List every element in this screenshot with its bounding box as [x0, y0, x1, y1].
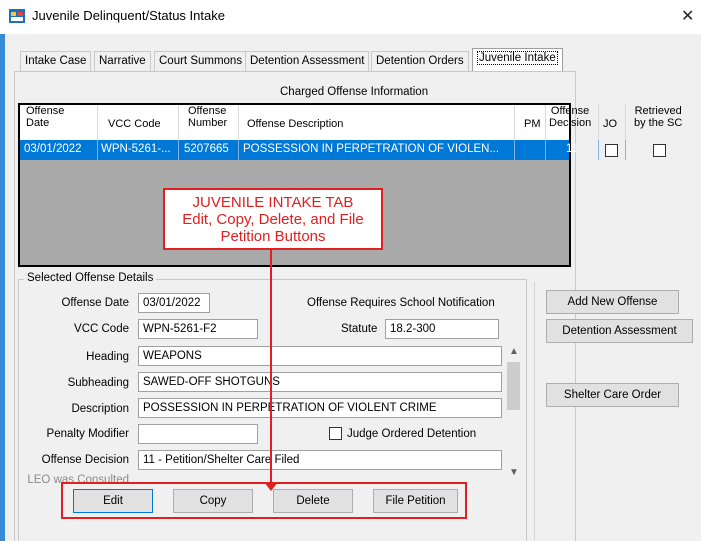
col-offense-decision[interactable]: Offense Decision [549, 105, 591, 129]
col-divider [178, 105, 179, 140]
annotation-callout: JUVENILE INTAKE TAB Edit, Copy, Delete, … [163, 188, 383, 250]
heading-label: Heading [86, 351, 129, 363]
col-vcc-code[interactable]: VCC Code [108, 118, 161, 130]
row-divider [178, 140, 179, 160]
row-divider [625, 140, 626, 160]
col-divider [238, 105, 239, 140]
annotation-line-3: Petition Buttons [220, 228, 326, 245]
row-divider [238, 140, 239, 160]
row-divider [514, 140, 515, 160]
col-divider [625, 105, 626, 140]
window-border [0, 34, 5, 541]
offense-date-label: Offense Date [61, 297, 129, 309]
col-retrieved-line2: by the SC [634, 117, 683, 129]
tab-court-summons[interactable]: Court Summons [154, 51, 248, 71]
scroll-up-icon[interactable]: ▲ [509, 346, 519, 357]
col-divider [598, 105, 599, 140]
judge-ordered-label: Judge Ordered Detention [347, 428, 477, 440]
tab-detention-orders[interactable]: Detention Orders [371, 51, 469, 71]
edit-button[interactable]: Edit [73, 489, 153, 513]
subheading-field[interactable]: SAWED-OFF SHOTGUNS [138, 372, 502, 392]
add-new-offense-button[interactable]: Add New Offense [546, 290, 679, 314]
file-petition-button[interactable]: File Petition [373, 489, 458, 513]
col-offense-decision-line1: Offense [550, 105, 590, 117]
penalty-modifier-field[interactable] [138, 424, 258, 444]
col-divider [545, 105, 546, 140]
col-offense-number-line2: Number [188, 117, 228, 129]
school-notification-label: Offense Requires School Notification [307, 297, 495, 309]
col-offense-decision-line2: Decision [549, 117, 592, 129]
window-title: Juvenile Delinquent/Status Intake [32, 8, 225, 23]
shelter-care-order-button[interactable]: Shelter Care Order [546, 383, 679, 407]
statute-field[interactable]: 18.2-300 [385, 319, 499, 339]
heading-field[interactable]: WEAPONS [138, 346, 502, 366]
panel-divider [534, 282, 535, 541]
col-offense-description[interactable]: Offense Description [247, 118, 343, 130]
col-offense-date-line2: Date [26, 117, 50, 129]
offense-decision-label: Offense Decision [41, 454, 129, 466]
retrieved-checkbox[interactable] [653, 144, 666, 157]
row-divider [97, 140, 98, 160]
annotation-line-1: JUVENILE INTAKE TAB [192, 194, 354, 211]
penalty-modifier-label: Penalty Modifier [46, 428, 129, 440]
col-jo[interactable]: JO [603, 118, 617, 130]
grid-caption: Charged Offense Information [280, 86, 429, 98]
tab-juvenile-intake[interactable]: Juvenile Intake [472, 48, 563, 71]
tab-juvenile-intake-label: Juvenile Intake [477, 51, 558, 65]
vcc-code-label: VCC Code [74, 323, 129, 335]
tab-narrative[interactable]: Narrative [94, 51, 151, 71]
col-offense-number[interactable]: Offense Number [188, 105, 227, 129]
col-pm[interactable]: PM [524, 118, 541, 130]
offense-date-field[interactable]: 03/01/2022 [138, 293, 210, 313]
row-divider [545, 140, 546, 160]
description-field[interactable]: POSSESSION IN PERPETRATION OF VIOLENT CR… [138, 398, 502, 418]
col-divider [514, 105, 515, 140]
row-divider [598, 140, 599, 160]
col-offense-date[interactable]: Offense Date [26, 105, 64, 129]
scroll-down-icon[interactable]: ▼ [509, 467, 519, 478]
scrollbar-thumb[interactable] [507, 362, 520, 410]
cell-vcc-code: WPN-5261-... [101, 143, 171, 155]
jo-checkbox[interactable] [605, 144, 618, 157]
cell-offense-number: 5207665 [184, 143, 229, 155]
statute-label: Statute [341, 323, 378, 335]
description-label: Description [71, 403, 129, 415]
judge-ordered-checkbox[interactable] [329, 427, 342, 440]
subheading-label: Subheading [67, 377, 129, 389]
tab-detention-assessment[interactable]: Detention Assessment [245, 51, 370, 71]
col-offense-number-line1: Offense [188, 105, 227, 117]
detention-assessment-button[interactable]: Detention Assessment [546, 319, 693, 343]
app-icon [9, 9, 25, 23]
annotation-arrow [270, 250, 272, 483]
cell-offense-decision: 11 [566, 143, 578, 155]
col-divider [97, 105, 98, 140]
delete-button[interactable]: Delete [273, 489, 353, 513]
copy-button[interactable]: Copy [173, 489, 253, 513]
col-retrieved-line1: Retrieved [634, 105, 682, 117]
group-title: Selected Offense Details [24, 272, 157, 284]
offense-decision-field[interactable]: 11 - Petition/Shelter Care Filed [138, 450, 502, 470]
annotation-line-2: Edit, Copy, Delete, and File [182, 211, 364, 228]
vcc-code-field[interactable]: WPN-5261-F2 [138, 319, 258, 339]
cell-offense-date: 03/01/2022 [24, 143, 82, 155]
cell-offense-description: POSSESSION IN PERPETRATION OF VIOLEN... [243, 143, 500, 155]
close-icon[interactable]: ✕ [681, 6, 694, 26]
col-retrieved[interactable]: Retrieved by the SC [634, 105, 682, 129]
col-offense-date-line1: Offense [26, 105, 65, 117]
tab-intake-case[interactable]: Intake Case [20, 51, 92, 71]
